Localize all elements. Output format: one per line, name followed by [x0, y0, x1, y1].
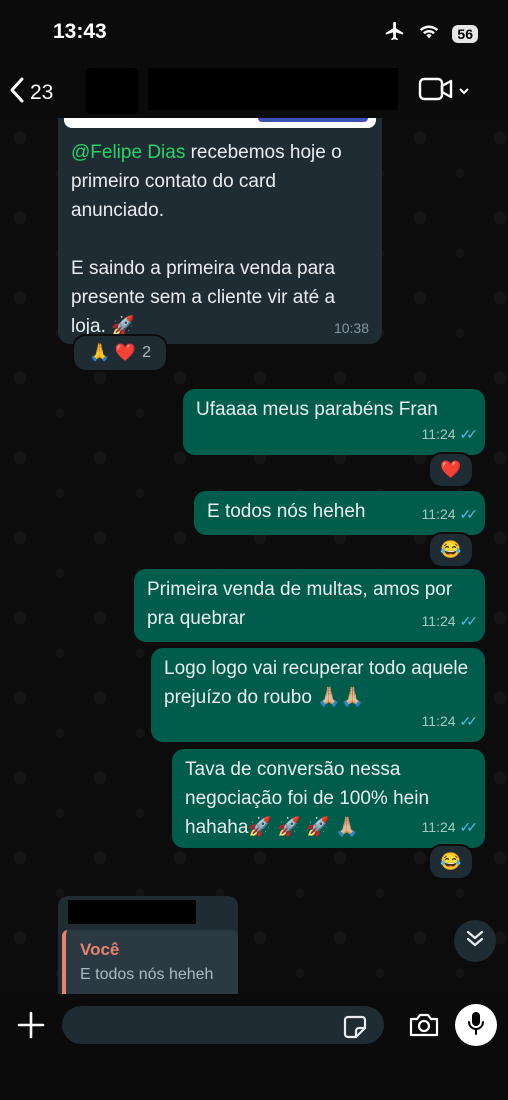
reaction-emojis: 🙏 ❤️	[89, 343, 137, 362]
status-bar: 13:43 56	[0, 0, 508, 64]
plus-icon[interactable]	[16, 1010, 46, 1040]
incoming-paragraph-2: E saindo a primeira venda para presente …	[71, 258, 336, 337]
chat-header: 23	[0, 64, 508, 118]
camera-icon[interactable]	[408, 1012, 440, 1043]
outgoing-message-4[interactable]: Logo logo vai recuperar todo aquele prej…	[151, 648, 485, 742]
quoted-author: Você	[80, 940, 120, 959]
chat-area[interactable]: @Felipe Dias recebemos hoje o primeiro c…	[0, 118, 508, 994]
quoted-message[interactable]: Você E todos nós heheh	[62, 930, 238, 994]
chevron-down-icon	[458, 83, 470, 101]
sticker-icon[interactable]	[342, 1014, 368, 1045]
read-ticks-icon: ✓✓	[459, 613, 479, 629]
message-meta: 11:24 ✓✓	[422, 707, 479, 736]
reaction-heart[interactable]: ❤️	[428, 452, 474, 488]
reply-message-preview[interactable]: Você E todos nós heheh	[58, 896, 238, 994]
message-meta: 11:24 ✓✓	[422, 607, 479, 636]
status-icons: 56	[384, 20, 478, 47]
wifi-icon	[418, 22, 440, 45]
quoted-card-preview	[64, 118, 376, 128]
video-camera-icon	[418, 76, 454, 107]
outgoing-message-1[interactable]: Ufaaaa meus parabéns Fran 11:24 ✓✓	[183, 389, 485, 455]
composer-bar	[0, 994, 508, 1100]
outgoing-message-5[interactable]: Tava de conversão nessa negociação foi d…	[172, 749, 485, 848]
chevron-left-icon	[10, 77, 24, 109]
redacted-contact-name[interactable]	[148, 68, 398, 110]
scroll-to-bottom-button[interactable]	[454, 920, 496, 962]
reaction-laugh[interactable]: 😂	[428, 532, 474, 568]
reaction-count: 2	[142, 344, 151, 361]
redacted-sender	[68, 900, 196, 924]
outgoing-message-3[interactable]: Primeira venda de multas, amos por pra q…	[134, 569, 485, 642]
quoted-text: E todos nós heheh	[80, 966, 214, 983]
read-ticks-icon: ✓✓	[459, 819, 479, 835]
read-ticks-icon: ✓✓	[459, 506, 479, 522]
message-meta: 11:24 ✓✓	[422, 813, 479, 842]
clock: 13:43	[53, 20, 107, 43]
incoming-message-text: @Felipe Dias recebemos hoje o primeiro c…	[71, 142, 342, 337]
double-chevron-down-icon	[465, 929, 485, 954]
incoming-message[interactable]: @Felipe Dias recebemos hoje o primeiro c…	[58, 118, 382, 344]
reaction-laugh[interactable]: 😂	[428, 844, 474, 880]
read-ticks-icon: ✓✓	[459, 426, 479, 442]
message-text: Logo logo vai recuperar todo aquele prej…	[164, 658, 469, 708]
back-button[interactable]: 23	[10, 77, 53, 109]
video-call-button[interactable]	[418, 76, 470, 107]
message-meta: 11:24 ✓✓	[422, 420, 479, 449]
unread-count: 23	[30, 81, 54, 104]
microphone-button[interactable]	[455, 1004, 497, 1046]
incoming-timestamp: 10:38	[333, 320, 369, 336]
airplane-icon	[384, 20, 406, 47]
read-ticks-icon: ✓✓	[459, 713, 479, 729]
message-meta: 11:24 ✓✓	[422, 500, 479, 529]
incoming-reactions[interactable]: 🙏 ❤️ 2	[72, 334, 168, 372]
outgoing-message-2[interactable]: E todos nós heheh 11:24 ✓✓	[194, 491, 485, 535]
microphone-icon	[466, 1010, 486, 1041]
mention-link[interactable]: @Felipe Dias	[71, 142, 185, 163]
battery-indicator: 56	[452, 24, 478, 43]
redacted-avatar[interactable]	[86, 68, 138, 114]
message-input[interactable]	[62, 1006, 384, 1044]
